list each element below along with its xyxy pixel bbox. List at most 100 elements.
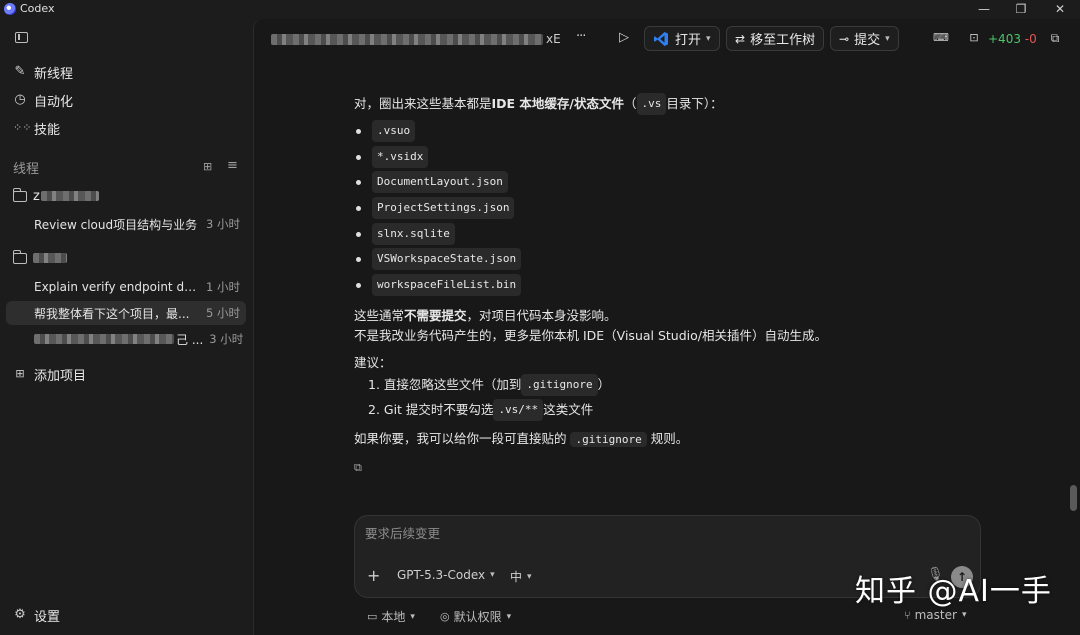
- intro-bold: IDE 本地缓存/状态文件: [491, 95, 624, 111]
- suggest-label: 建议：: [354, 354, 392, 370]
- shield-icon: ◎: [440, 610, 450, 623]
- para1-text: 这些通常: [354, 307, 405, 323]
- thread-time: 3 小时: [209, 332, 244, 346]
- closing-paragraph: 如果你要，我可以给你一段可直接贴的 .gitignore 规则。: [354, 429, 994, 450]
- list-item: *.vsidx: [354, 144, 994, 170]
- copy-icon[interactable]: ⧉: [354, 458, 994, 478]
- paragraph-1: 这些通常不需要提交，对项目代码本身没影响。: [354, 306, 994, 326]
- list-item: workspaceFileList.bin: [354, 272, 994, 298]
- play-icon[interactable]: ▷: [616, 30, 632, 46]
- project-folder-2[interactable]: [12, 248, 67, 268]
- effort-label: 中: [510, 570, 523, 584]
- para1-after: ，对项目代码本身没影响。: [466, 307, 617, 323]
- chevron-down-icon: ▾: [490, 570, 495, 580]
- git-branch-icon: ⑂: [904, 608, 911, 622]
- add-project-label: 添加项目: [34, 368, 87, 384]
- diff-icon[interactable]: ⊡: [966, 30, 982, 46]
- paragraph-2: 不是我改业务代码产生的，更多是你本机 IDE（Visual Studio/相关插…: [354, 327, 827, 343]
- message-intro: 对，圈出来这些基本都是 IDE 本地缓存/状态文件（.vs 目录下）：: [354, 92, 994, 115]
- open-label: 打开: [675, 33, 702, 48]
- environment-label: 本地: [381, 610, 406, 624]
- permissions-selector[interactable]: ◎ 默认权限 ▾: [440, 608, 511, 625]
- side-panel-icon[interactable]: ⧉: [1047, 30, 1063, 46]
- vscode-icon: [653, 31, 669, 47]
- move-to-worktree-button[interactable]: ⇄ 移至工作树: [726, 26, 825, 51]
- chevron-down-icon: ▾: [410, 611, 415, 622]
- add-attachment-button[interactable]: +: [367, 566, 380, 585]
- chevron-down-icon: ▾: [527, 571, 532, 582]
- assistant-message: 对，圈出来这些基本都是 IDE 本地缓存/状态文件（.vs 目录下）： .vsu…: [354, 92, 994, 478]
- thread-item[interactable]: 己 ... 3 小时: [6, 327, 246, 351]
- add-project-button[interactable]: ⊞ 添加项目: [13, 364, 86, 384]
- sidebar: ✎ 新线程 ◷ 自动化 ⁘⁘ 技能 线程 ⊞ ≡ z Review cloud项…: [0, 19, 253, 635]
- new-folder-icon[interactable]: ⊞: [203, 160, 212, 173]
- diff-stats[interactable]: +403 -0: [988, 32, 1037, 46]
- automation-button[interactable]: ◷ 自动化: [13, 90, 73, 110]
- step-after: 这类文件: [543, 402, 594, 418]
- toolbar: xE ··· ▷ 打开 ▾ ⇄ 移至工作树 ⊸ 提交 ▾ ⌨ ⊡ +403 -0…: [254, 19, 1080, 59]
- redacted-project-name: [40, 191, 99, 201]
- open-in-editor-button[interactable]: 打开 ▾: [644, 26, 720, 51]
- automation-label: 自动化: [34, 94, 74, 110]
- folder-icon: [12, 187, 27, 202]
- chevron-down-icon: ▾: [885, 33, 890, 44]
- restore-icon[interactable]: ❐: [1002, 0, 1040, 19]
- permissions-label: 默认权限: [453, 610, 502, 624]
- environment-selector[interactable]: ▭ 本地 ▾: [367, 608, 415, 625]
- redacted-project-name: [33, 253, 67, 263]
- numbered-item: 1. 直接忽略这些文件（加到 .gitignore ）: [354, 373, 994, 398]
- file-name: slnx.sqlite: [372, 222, 455, 245]
- step-code: .gitignore: [521, 374, 598, 397]
- thread-item[interactable]: Explain verify endpoint data... 1 小时: [6, 275, 246, 299]
- toggle-sidebar-icon[interactable]: [15, 32, 28, 43]
- file-name: ProjectSettings.json: [372, 196, 515, 219]
- model-label: GPT-5.3-Codex: [397, 568, 486, 582]
- thread-item[interactable]: Review cloud项目结构与业务 3 小时: [6, 212, 246, 236]
- commit-icon: ⊸: [839, 31, 850, 46]
- new-thread-button[interactable]: ✎ 新线程: [13, 62, 73, 82]
- chevron-down-icon: ▾: [706, 33, 711, 44]
- commit-button[interactable]: ⊸ 提交 ▾: [830, 26, 899, 51]
- branch-selector[interactable]: ⑂ master ▾: [904, 608, 966, 622]
- reasoning-effort-selector[interactable]: 中 ▾: [510, 568, 532, 585]
- close-icon[interactable]: ✕: [1041, 0, 1079, 19]
- gear-icon: ⚙: [14, 607, 26, 622]
- file-name: VSWorkspaceState.json: [372, 248, 522, 271]
- project-folder-1[interactable]: z: [12, 186, 99, 206]
- title-bar: Codex — ❐ ✕: [0, 0, 1080, 19]
- chevron-down-icon: ▾: [961, 610, 967, 620]
- list-item: DocumentLayout.json: [354, 169, 994, 195]
- step-code: .vs/**: [493, 399, 544, 422]
- clock-icon: ◷: [14, 92, 26, 107]
- list-item: VSWorkspaceState.json: [354, 246, 994, 272]
- intro-code: .vs: [636, 92, 667, 115]
- terminal-icon[interactable]: ⌨: [933, 30, 949, 46]
- more-options-icon[interactable]: ···: [576, 29, 586, 44]
- commit-label: 提交: [854, 33, 881, 48]
- closing-code: .gitignore: [570, 431, 647, 447]
- new-thread-label: 新线程: [34, 66, 74, 82]
- scrollbar[interactable]: [1070, 485, 1077, 511]
- closing-after: 规则。: [646, 430, 689, 446]
- skills-button[interactable]: ⁘⁘ 技能: [13, 118, 60, 138]
- thread-title: Explain verify endpoint data...: [34, 280, 201, 294]
- intro-text: 对，圈出来这些基本都是: [354, 95, 492, 111]
- diff-removed: -0: [1024, 32, 1037, 46]
- thread-title-tail: xE: [546, 32, 561, 46]
- minimize-icon[interactable]: —: [965, 0, 1003, 19]
- step-after: ）: [597, 377, 611, 393]
- filter-icon[interactable]: ≡: [227, 158, 238, 173]
- swap-icon: ⇄: [735, 31, 746, 46]
- file-name: .vsuo: [372, 119, 416, 142]
- grid-icon: ⁘⁘: [13, 121, 32, 134]
- model-selector[interactable]: GPT-5.3-Codex ▾: [397, 568, 495, 582]
- thread-time: 3 小时: [206, 217, 240, 231]
- step-text: 1. 直接忽略这些文件（加到: [368, 377, 522, 393]
- branch-label: master: [914, 608, 957, 622]
- settings-button[interactable]: ⚙ 设置: [13, 605, 60, 625]
- para1-bold: 不需要提交: [404, 307, 467, 323]
- step-text: 2. Git 提交时不要勾选: [368, 402, 494, 418]
- composer-input[interactable]: [365, 526, 965, 541]
- thread-item-active[interactable]: 帮我整体看下这个项目，最... 5 小时: [6, 301, 246, 325]
- file-list: .vsuo *.vsidx DocumentLayout.json Projec…: [354, 118, 994, 298]
